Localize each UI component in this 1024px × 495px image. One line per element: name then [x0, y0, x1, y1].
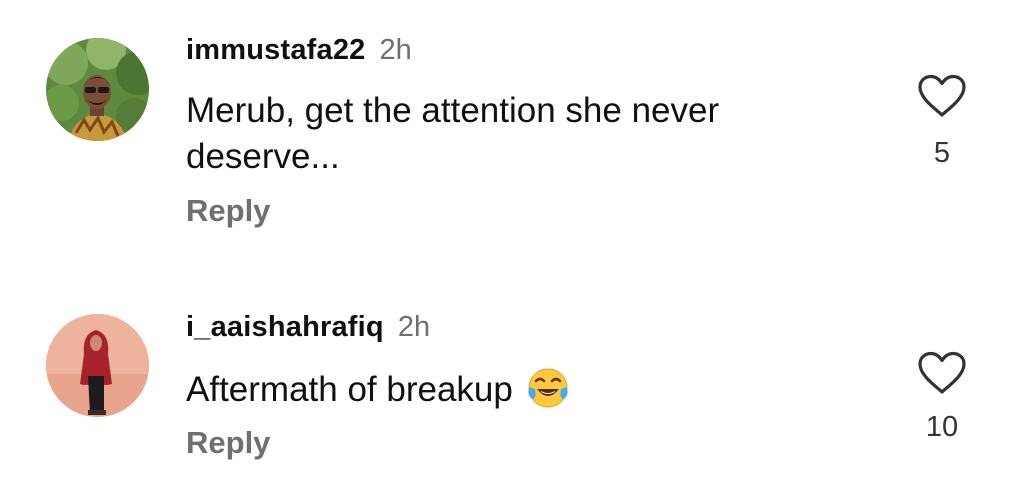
avatar[interactable] — [46, 314, 149, 417]
comment-text-content: Aftermath of breakup — [186, 370, 513, 409]
comment-header: immustafa22 2h — [186, 34, 412, 67]
avatar[interactable] — [46, 38, 149, 141]
timestamp: 2h — [379, 34, 412, 66]
like-count: 5 — [933, 137, 951, 169]
avatar-image — [46, 314, 149, 417]
like-button[interactable] — [917, 74, 967, 118]
comment-text: Merub, get the attention she never deser… — [186, 91, 720, 176]
comment-item: i_aaishahrafiq 2h Aftermath of breakup Re… — [0, 280, 1024, 495]
reply-button[interactable]: Reply — [186, 425, 270, 461]
like-count: 10 — [925, 411, 959, 443]
heart-outline-icon — [918, 351, 966, 394]
like-button[interactable] — [917, 351, 967, 395]
timestamp: 2h — [397, 311, 431, 343]
username[interactable]: immustafa22 — [186, 34, 366, 66]
comment-header: i_aaishahrafiq 2h — [186, 311, 430, 344]
heart-outline-icon — [918, 74, 966, 117]
username[interactable]: i_aaishahrafiq — [186, 311, 384, 343]
tears-of-joy-emoji — [527, 367, 569, 421]
comment-item: immustafa22 2h Merub, get the attention s… — [0, 0, 1024, 250]
reply-button[interactable]: Reply — [186, 193, 270, 229]
avatar-image — [46, 38, 149, 141]
comment-text: Aftermath of breakup — [186, 367, 866, 421]
